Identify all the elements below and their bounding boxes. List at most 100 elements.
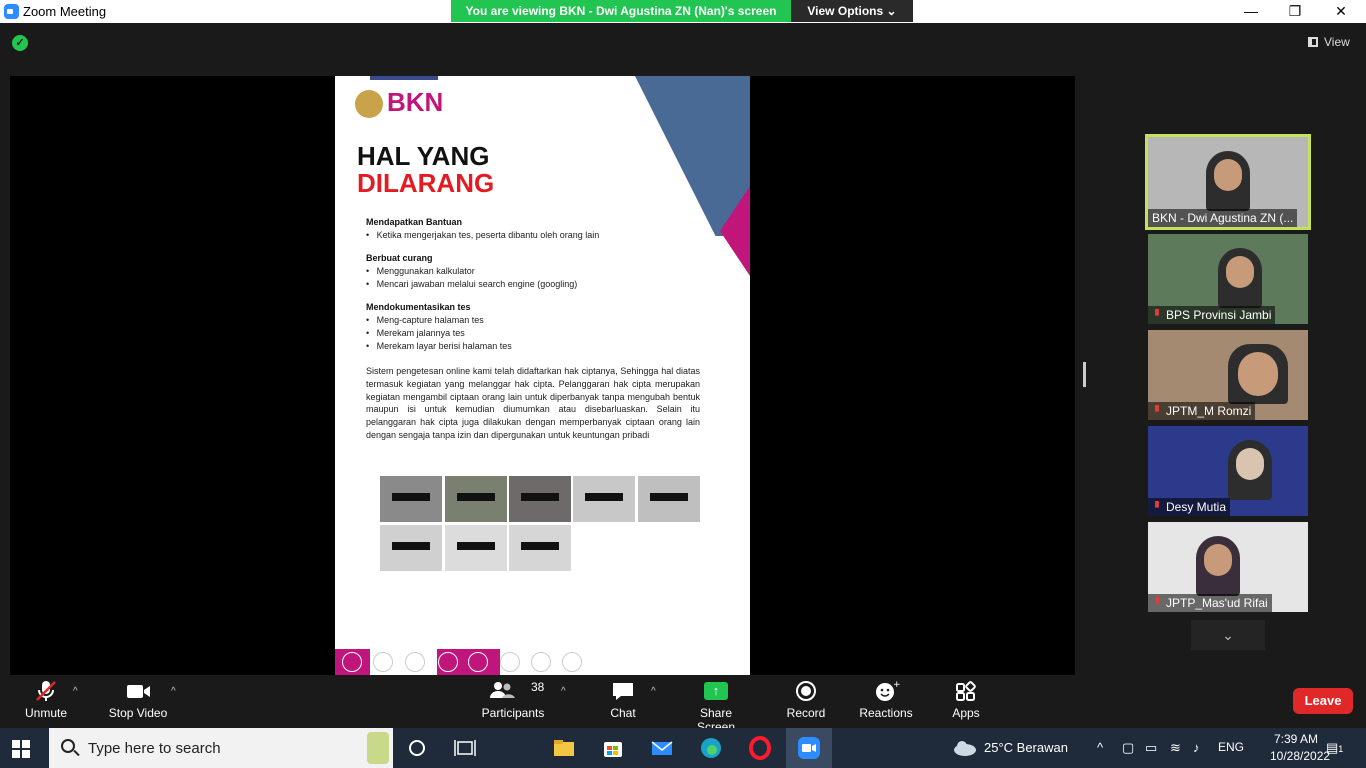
stop-video-label: Stop Video (108, 706, 168, 720)
muted-mic-icon (1155, 309, 1159, 316)
view-button[interactable]: View (1308, 35, 1350, 49)
share-screen-button[interactable]: ↑ Share Screen (680, 680, 752, 734)
apps-icon (951, 680, 981, 702)
more-icon[interactable] (562, 652, 582, 672)
example-photo (509, 525, 571, 571)
panel-resize-handle[interactable] (1083, 362, 1086, 387)
security-shield-icon[interactable]: ✓ (12, 35, 28, 51)
unmute-button[interactable]: Unmute (22, 680, 70, 720)
screen-share-banner: You are viewing BKN - Dwi Agustina ZN (N… (451, 0, 791, 22)
file-explorer-icon[interactable] (551, 736, 577, 760)
participants-button[interactable]: 38 Participants (480, 680, 546, 720)
section-title: Mendapatkan Bantuan (366, 217, 463, 227)
participant-face (1204, 544, 1232, 576)
participant-face (1236, 448, 1264, 480)
battery-icon[interactable]: ▭ (1145, 740, 1157, 756)
notification-center-icon[interactable]: ▤1 (1326, 740, 1343, 756)
window-title: Zoom Meeting (23, 4, 107, 19)
participant-face (1238, 352, 1278, 396)
taskbar-search-box[interactable]: Type here to search (49, 728, 393, 768)
example-photo (380, 476, 442, 522)
audio-options-caret[interactable]: ^ (73, 686, 78, 697)
pen-icon[interactable] (405, 652, 425, 672)
search-highlight-art (367, 732, 389, 764)
minimize-button[interactable]: — (1228, 0, 1274, 23)
participant-video[interactable]: JPTP_Mas'ud Rifai (1148, 522, 1308, 612)
view-options-button[interactable]: View Options ⌄ (791, 0, 913, 22)
clock[interactable]: 7:39 AM 10/28/2022 (1270, 731, 1331, 765)
zoom-app-icon (4, 4, 19, 19)
view-layout-icon (1308, 37, 1318, 47)
maximize-button[interactable]: ❐ (1272, 0, 1318, 23)
chat-button[interactable]: Chat (605, 680, 641, 720)
record-icon (791, 680, 821, 702)
wifi-icon[interactable]: ≋ (1170, 740, 1181, 756)
copyright-paragraph: Sistem pengetesan online kami telah dida… (366, 366, 700, 440)
smiley-plus-icon: + (871, 680, 901, 702)
participant-video[interactable]: BKN - Dwi Agustina ZN (... (1145, 134, 1311, 230)
participant-face (1226, 256, 1254, 288)
unmute-label: Unmute (24, 706, 68, 720)
zoom-taskbar-icon[interactable] (786, 728, 832, 768)
chevron-up-icon[interactable]: ^ (1097, 740, 1103, 755)
example-photo (445, 525, 507, 571)
view-label: View (1324, 35, 1350, 49)
section-title: Berbuat curang (366, 253, 433, 263)
view-options-label: View Options (807, 4, 884, 18)
record-button[interactable]: Record (784, 680, 828, 720)
chat-label: Chat (610, 706, 636, 720)
volume-icon[interactable]: ♪ (1193, 740, 1200, 755)
participant-name: Desy Mutia (1148, 498, 1231, 516)
pages-icon[interactable] (438, 652, 458, 672)
participant-video[interactable]: BPS Provinsi Jambi (1148, 234, 1308, 324)
weather-text[interactable]: 25°C Berawan (984, 740, 1068, 755)
clock-time: 7:39 AM (1273, 732, 1319, 746)
muted-mic-icon (1155, 501, 1159, 508)
arrow-left-icon[interactable] (342, 652, 362, 672)
language-indicator[interactable]: ENG (1218, 740, 1244, 754)
participant-video[interactable]: Desy Mutia (1148, 426, 1308, 516)
doc-accent-bar (370, 76, 438, 80)
chevron-down-icon: ⌄ (886, 4, 897, 18)
cortana-icon[interactable] (404, 736, 430, 760)
opera-browser-icon[interactable] (747, 736, 773, 760)
windows-start-icon[interactable] (12, 740, 30, 758)
task-view-icon[interactable] (452, 736, 478, 760)
zoom-icon[interactable] (468, 652, 488, 672)
grid-icon[interactable] (500, 652, 520, 672)
section-bullet: • Mencari jawaban melalui search engine … (366, 279, 578, 289)
video-camera-icon (123, 680, 153, 702)
stop-video-button[interactable]: Stop Video (105, 680, 171, 720)
chat-options-caret[interactable]: ^ (651, 686, 656, 697)
participants-label: Participants (481, 706, 545, 720)
doc-title-line1: HAL YANG (357, 141, 490, 171)
participant-name: BPS Provinsi Jambi (1148, 306, 1276, 324)
garuda-emblem-icon (355, 90, 383, 118)
participants-options-caret[interactable]: ^ (561, 686, 566, 697)
clock-date: 10/28/2022 (1270, 749, 1331, 763)
microsoft-store-icon[interactable] (600, 736, 626, 760)
participants-icon: 38 (483, 680, 544, 702)
example-photo (445, 476, 507, 522)
section-bullet: • Merekam layar berisi halaman tes (366, 341, 512, 351)
leave-button[interactable]: Leave (1293, 688, 1353, 714)
edge-browser-icon[interactable] (698, 736, 724, 760)
meet-now-icon[interactable]: ▢ (1122, 740, 1134, 756)
image-icon[interactable] (531, 652, 551, 672)
scroll-down-button[interactable]: ⌄ (1191, 620, 1265, 650)
section-bullet: • Meng-capture halaman tes (366, 315, 484, 325)
participant-face (1214, 159, 1242, 191)
apps-button[interactable]: Apps (948, 680, 984, 720)
mail-icon[interactable] (649, 736, 675, 760)
search-placeholder: Type here to search (88, 740, 221, 757)
video-options-caret[interactable]: ^ (171, 686, 176, 697)
weather-cloud-icon[interactable] (952, 736, 978, 760)
pointer-icon[interactable] (373, 652, 393, 672)
reactions-button[interactable]: + Reactions (858, 680, 914, 720)
notification-count: 1 (1338, 744, 1344, 754)
close-button[interactable]: ✕ (1318, 0, 1364, 23)
participant-video[interactable]: JPTM_M Romzi (1148, 330, 1308, 420)
section-bullet: • Merekam jalannya tes (366, 328, 465, 338)
chat-bubble-icon (608, 680, 638, 702)
muted-mic-icon (1155, 597, 1159, 604)
